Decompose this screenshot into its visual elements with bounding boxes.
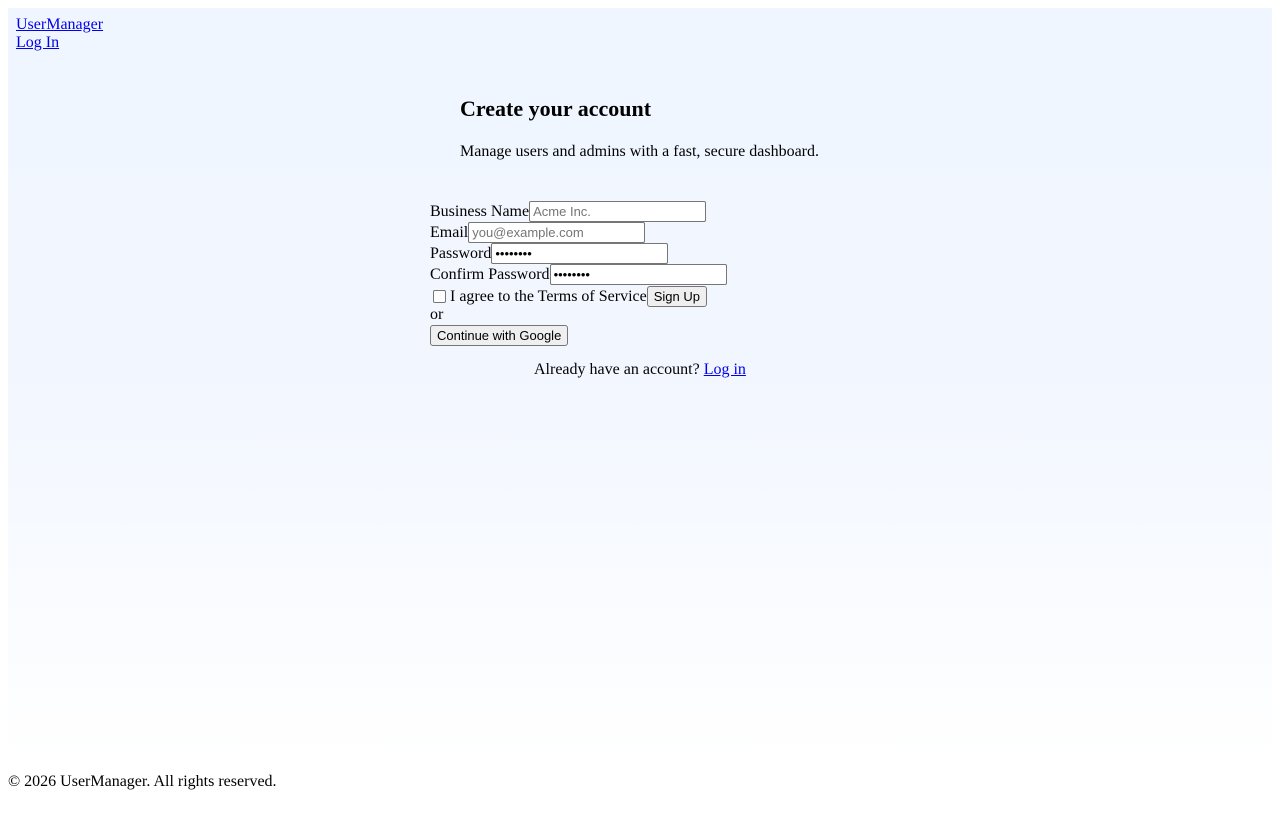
footer-copyright: © 2026 UserManager. All rights reserved. — [8, 773, 277, 790]
page-subtitle: Manage users and admins with a fast, sec… — [460, 143, 819, 160]
or-separator: or — [430, 306, 444, 323]
business-name-input[interactable] — [529, 201, 707, 222]
brand-link[interactable]: UserManager — [16, 16, 103, 34]
email-label: Email — [430, 223, 469, 241]
email-row: Email — [430, 222, 646, 243]
terms-checkbox[interactable] — [433, 290, 446, 303]
nav-login-link[interactable]: Log In — [16, 34, 59, 52]
password-row: Password — [430, 243, 669, 264]
business-name-label: Business Name — [430, 202, 530, 220]
password-input[interactable] — [491, 243, 669, 264]
confirm-password-label: Confirm Password — [430, 265, 550, 283]
signup-page: UserManager Log In Create your account M… — [0, 0, 1280, 816]
sign-up-button[interactable]: Sign Up — [646, 286, 707, 307]
google-signin-button[interactable]: Continue with Google — [430, 325, 569, 346]
business-name-row: Business Name — [430, 201, 707, 222]
password-label: Password — [430, 244, 492, 262]
confirm-password-input[interactable] — [549, 264, 727, 285]
email-input[interactable] — [468, 222, 646, 243]
terms-label[interactable]: I agree to the Terms of Service — [450, 288, 647, 306]
login-prompt: Already have an account? Log in — [534, 361, 746, 379]
confirm-password-row: Confirm Password — [430, 264, 727, 285]
page-title: Create your account — [460, 96, 652, 121]
login-link[interactable]: Log in — [704, 361, 746, 378]
login-prompt-text: Already have an account? — [534, 361, 700, 378]
terms-row: I agree to the Terms of Service Sign Up — [430, 286, 707, 307]
